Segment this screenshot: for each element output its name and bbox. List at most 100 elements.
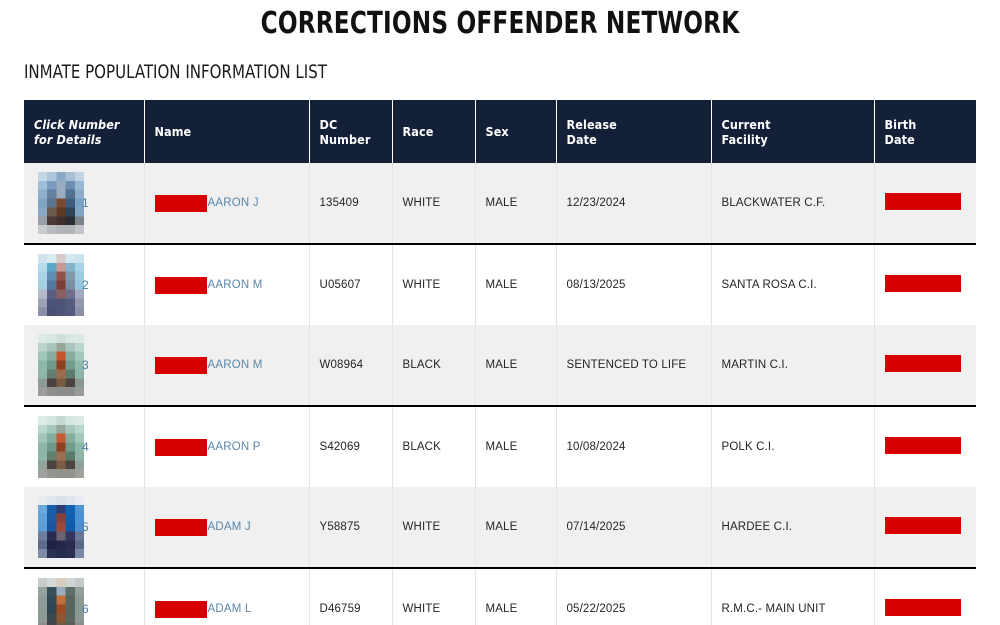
row-number-link[interactable]: 5 xyxy=(82,520,89,534)
cell-current-facility: BLACKWATER C.F. xyxy=(711,163,875,245)
column-header-line1: Release xyxy=(566,116,617,132)
inmate-photo-thumbnail[interactable] xyxy=(38,334,84,396)
cell-sex: MALE xyxy=(475,163,557,245)
cell-release-date: 08/13/2025 xyxy=(556,244,712,325)
cell-sex: MALE xyxy=(475,568,557,625)
row-number-link[interactable]: 4 xyxy=(82,440,89,454)
cell-race: WHITE xyxy=(392,163,476,245)
redaction-bar-name xyxy=(154,194,207,212)
inmate-name-link[interactable]: AARON M xyxy=(207,279,263,291)
inmate-photo-thumbnail[interactable] xyxy=(38,172,84,234)
column-header-line2: Number xyxy=(319,131,371,147)
redaction-bar-birth-date xyxy=(884,193,961,210)
cell-release-date: SENTENCED TO LIFE xyxy=(556,325,712,407)
cell-release-date: 05/22/2025 xyxy=(556,568,712,625)
column-header-name[interactable]: Name xyxy=(144,100,310,163)
inmate-photo-thumbnail[interactable] xyxy=(38,254,84,316)
column-header-birth-date[interactable]: Birth Date xyxy=(874,100,976,163)
inmate-population-page: CORRECTIONS OFFENDER NETWORK INMATE POPU… xyxy=(0,0,1000,625)
cell-photo-number: 4 xyxy=(24,406,145,487)
name-cell-inner: AARON M xyxy=(154,356,299,374)
table-body: 1 AARON J 135409 WHITE MALE 12/23/2024 BLACKWA… xyxy=(24,163,976,625)
cell-dc-number: S42069 xyxy=(309,406,393,487)
column-header-release-date[interactable]: Release Date xyxy=(556,100,712,163)
column-header-line2: Date xyxy=(884,131,915,147)
table-row: 3 AARON M W08964 BLACK MALE SENTENCED TO LIFE… xyxy=(24,325,976,407)
cell-sex: MALE xyxy=(475,244,557,325)
redaction-bar-name xyxy=(154,356,207,374)
redaction-bar-birth-date xyxy=(884,355,961,372)
column-header-line1: Current xyxy=(721,116,771,132)
cell-photo-number: 5 xyxy=(24,487,145,569)
cell-current-facility: MARTIN C.I. xyxy=(711,325,875,407)
inmate-name-link[interactable]: AARON J xyxy=(207,197,259,209)
cell-race: WHITE xyxy=(392,487,476,569)
cell-birth-date xyxy=(874,568,976,625)
cell-birth-date xyxy=(874,487,976,569)
cell-name: AARON P xyxy=(144,406,310,487)
cell-race: BLACK xyxy=(392,406,476,487)
redaction-bar-birth-date xyxy=(884,437,961,454)
inmate-photo-thumbnail[interactable] xyxy=(38,578,84,625)
cell-race: BLACK xyxy=(392,325,476,407)
cell-sex: MALE xyxy=(475,325,557,407)
inmate-name-link[interactable]: AARON M xyxy=(207,359,263,371)
column-header-line2: for Details xyxy=(34,131,102,147)
cell-dc-number: W08964 xyxy=(309,325,393,407)
redaction-bar-name xyxy=(154,276,207,294)
name-cell-inner: AARON M xyxy=(154,276,299,294)
name-cell-inner: AARON J xyxy=(154,194,299,212)
inmate-name-link[interactable]: ADAM J xyxy=(207,521,251,533)
cell-name: ADAM J xyxy=(144,487,310,569)
cell-race: WHITE xyxy=(392,568,476,625)
redaction-bar-name xyxy=(154,600,207,618)
column-header-current-facility[interactable]: Current Facility xyxy=(711,100,875,163)
row-number-link[interactable]: 6 xyxy=(82,602,89,616)
column-header-dc-number[interactable]: DC Number xyxy=(309,100,393,163)
name-cell-inner: AARON P xyxy=(154,438,299,456)
column-header-click-number[interactable]: Click Number for Details xyxy=(24,100,145,163)
inmate-name-link[interactable]: AARON P xyxy=(207,441,261,453)
name-cell-inner: ADAM L xyxy=(154,600,299,618)
inmate-photo-thumbnail[interactable] xyxy=(38,416,84,478)
inmate-name-link[interactable]: ADAM L xyxy=(207,603,252,615)
redaction-bar-birth-date xyxy=(884,517,961,534)
cell-race: WHITE xyxy=(392,244,476,325)
inmate-population-table: Click Number for Details Name DC Number … xyxy=(24,100,976,625)
cell-birth-date xyxy=(874,244,976,325)
row-number-link[interactable]: 1 xyxy=(82,196,89,210)
cell-photo-number: 1 xyxy=(24,163,145,245)
cell-dc-number: U05607 xyxy=(309,244,393,325)
redaction-bar-name xyxy=(154,518,207,536)
cell-current-facility: R.M.C.- MAIN UNIT xyxy=(711,568,875,625)
section-title: INMATE POPULATION INFORMATION LIST xyxy=(24,61,327,83)
name-cell-inner: ADAM J xyxy=(154,518,299,536)
photo-holder: 2 xyxy=(38,254,89,316)
column-header-race[interactable]: Race xyxy=(392,100,476,163)
column-header-sex[interactable]: Sex xyxy=(475,100,557,163)
redaction-bar-name xyxy=(154,438,207,456)
cell-release-date: 10/08/2024 xyxy=(556,406,712,487)
column-header-line1: Birth xyxy=(884,116,917,132)
column-header-line1: Name xyxy=(154,124,192,139)
cell-dc-number: Y58875 xyxy=(309,487,393,569)
table-row: 5 ADAM J Y58875 WHITE MALE 07/14/2025 HARDEE C… xyxy=(24,487,976,569)
cell-current-facility: POLK C.I. xyxy=(711,406,875,487)
cell-current-facility: SANTA ROSA C.I. xyxy=(711,244,875,325)
column-header-line2: Date xyxy=(566,131,597,147)
cell-current-facility: HARDEE C.I. xyxy=(711,487,875,569)
column-header-line2: Facility xyxy=(721,131,768,147)
photo-holder: 6 xyxy=(38,578,89,625)
cell-sex: MALE xyxy=(475,487,557,569)
column-header-line1: Race xyxy=(402,124,434,139)
row-number-link[interactable]: 3 xyxy=(82,358,89,372)
table-row: 1 AARON J 135409 WHITE MALE 12/23/2024 BLACKWA… xyxy=(24,163,976,245)
cell-name: AARON M xyxy=(144,244,310,325)
page-title: CORRECTIONS OFFENDER NETWORK xyxy=(260,6,740,41)
cell-birth-date xyxy=(874,325,976,407)
cell-photo-number: 3 xyxy=(24,325,145,407)
inmate-table-container: Click Number for Details Name DC Number … xyxy=(24,100,976,625)
inmate-photo-thumbnail[interactable] xyxy=(38,496,84,558)
row-number-link[interactable]: 2 xyxy=(82,278,89,292)
cell-name: AARON M xyxy=(144,325,310,407)
